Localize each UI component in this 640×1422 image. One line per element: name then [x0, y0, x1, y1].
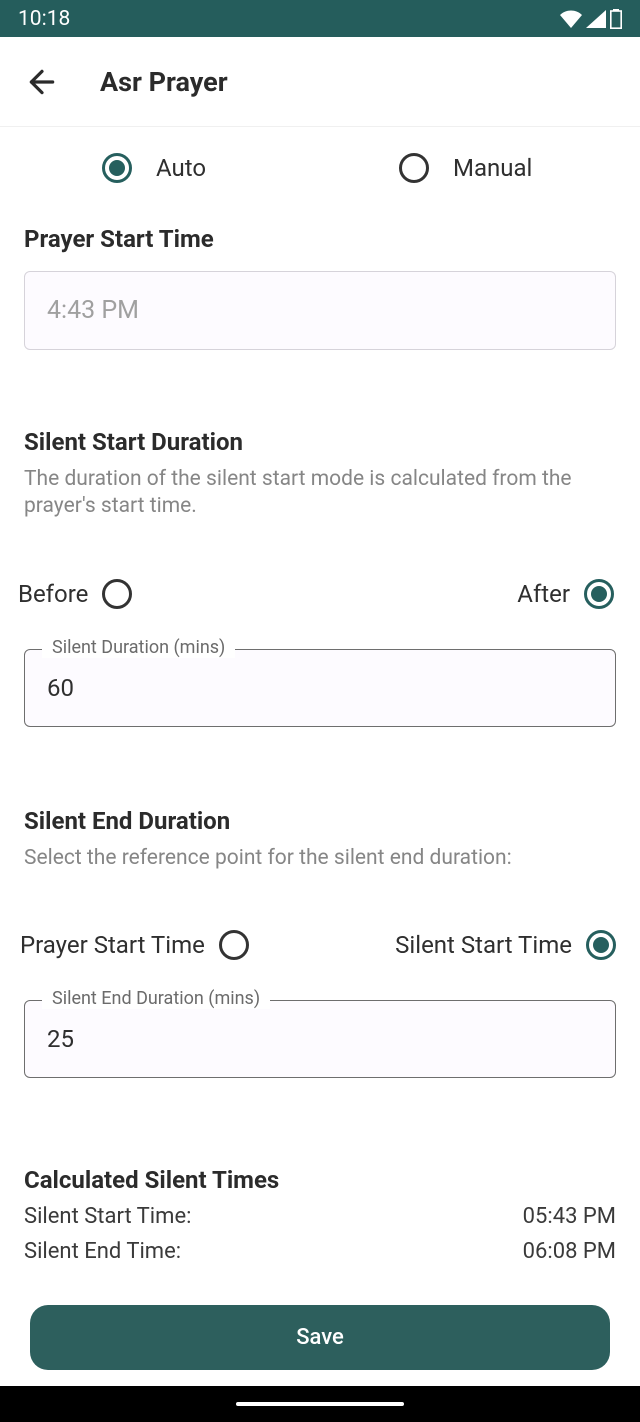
radio-unselected-icon [399, 153, 429, 183]
silent-duration-label: Silent Duration (mins) [42, 637, 235, 658]
after-option[interactable]: After [517, 579, 614, 609]
silent-duration-input[interactable]: 60 [24, 649, 616, 727]
ref-prayer-start-label: Prayer Start Time [20, 931, 205, 959]
silent-end-duration-label: Silent End Duration (mins) [42, 988, 270, 1009]
save-button[interactable]: Save [30, 1305, 610, 1370]
mode-auto-label: Auto [156, 154, 206, 182]
silent-start-title: Silent Start Duration [24, 428, 616, 456]
mode-selector: Auto Manual [24, 153, 616, 183]
prayer-start-title: Prayer Start Time [24, 225, 616, 253]
radio-selected-icon [584, 579, 614, 609]
before-option[interactable]: Before [18, 579, 132, 609]
mode-manual-option[interactable]: Manual [319, 153, 616, 183]
back-arrow-icon [26, 66, 58, 98]
mode-auto-option[interactable]: Auto [24, 153, 319, 183]
ref-prayer-start-option[interactable]: Prayer Start Time [20, 930, 249, 960]
signal-icon [586, 10, 606, 28]
radio-selected-icon [586, 930, 616, 960]
radio-unselected-icon [102, 579, 132, 609]
mode-manual-label: Manual [453, 154, 532, 182]
back-button[interactable] [24, 64, 60, 100]
status-right [560, 9, 622, 29]
nav-bar[interactable] [0, 1386, 640, 1422]
radio-selected-icon [102, 153, 132, 183]
app-bar: Asr Prayer [0, 37, 640, 127]
battery-icon [610, 9, 622, 29]
calculated-title: Calculated Silent Times [24, 1166, 616, 1194]
home-handle-icon [236, 1402, 404, 1406]
wifi-icon [560, 10, 582, 28]
calc-start-value: 05:43 PM [523, 1204, 616, 1229]
silent-end-desc: Select the reference point for the silen… [24, 845, 616, 872]
status-time: 10:18 [18, 7, 70, 31]
page-title: Asr Prayer [100, 66, 228, 98]
ref-silent-start-option[interactable]: Silent Start Time [395, 930, 616, 960]
before-label: Before [18, 580, 88, 608]
status-bar: 10:18 [0, 0, 640, 37]
calc-end-label: Silent End Time: [24, 1239, 181, 1264]
radio-unselected-icon [219, 930, 249, 960]
silent-end-title: Silent End Duration [24, 807, 616, 835]
ref-silent-start-label: Silent Start Time [395, 931, 572, 959]
calc-start-label: Silent Start Time: [24, 1204, 191, 1229]
after-label: After [517, 580, 570, 608]
silent-start-desc: The duration of the silent start mode is… [24, 466, 616, 521]
silent-end-duration-input[interactable]: 25 [24, 1000, 616, 1078]
prayer-start-time-field[interactable]: 4:43 PM [24, 271, 616, 350]
calc-end-value: 06:08 PM [523, 1239, 616, 1264]
